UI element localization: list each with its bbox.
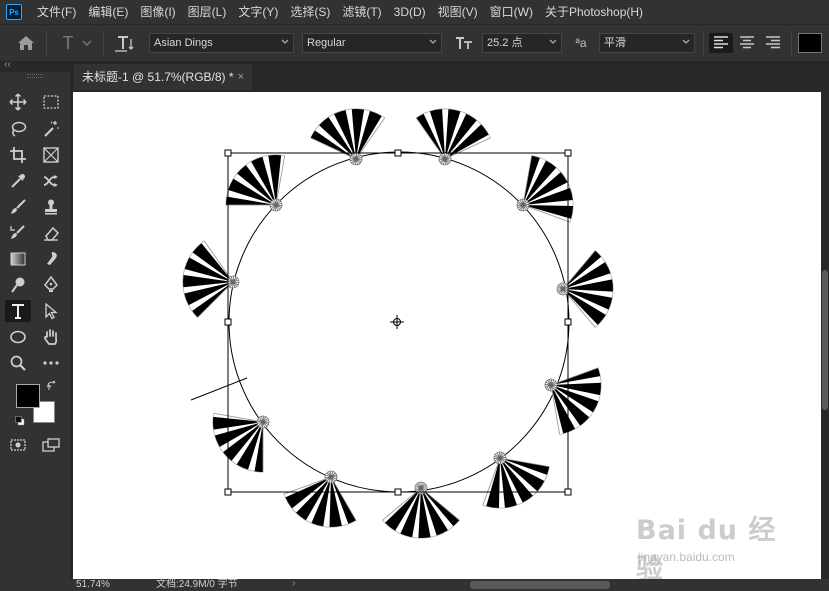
menu-type[interactable]: 文字(Y) (232, 0, 284, 24)
anti-alias-icon: ªa (575, 36, 587, 50)
crop-tool[interactable] (5, 144, 31, 166)
eyedropper-tool[interactable] (5, 170, 31, 192)
font-size-value: 25.2 点 (487, 37, 523, 49)
text-color-swatch[interactable] (798, 33, 822, 53)
ellipse-tool[interactable] (5, 326, 31, 348)
horizontal-scroll-thumb[interactable] (470, 581, 610, 589)
document-tab[interactable]: 未标题-1 @ 51.7%(RGB/8) * × (74, 64, 252, 90)
canvas-area[interactable]: Bai du 经验 jingyan.baidu.com (70, 90, 829, 579)
text-orientation-icon[interactable] (112, 33, 136, 53)
transform-center-point[interactable] (390, 315, 404, 329)
separator (703, 31, 704, 55)
marquee-tool[interactable] (38, 91, 64, 113)
photoshop-logo: Ps (6, 4, 22, 20)
horizontal-scrollbar[interactable] (310, 581, 815, 589)
zoom-tool[interactable] (5, 352, 31, 374)
path-select-tool[interactable] (38, 300, 64, 322)
hand-tool[interactable] (38, 326, 64, 348)
menu-select[interactable]: 选择(S) (284, 0, 336, 24)
swap-colors-icon[interactable] (46, 380, 58, 393)
menu-edit[interactable]: 编辑(E) (82, 0, 134, 24)
options-bar: T Asian Dings Regular 25.2 点 ªa 平滑 (0, 24, 829, 62)
document-size: 文档:24.9M/0 字节 (156, 579, 238, 590)
frame-tool[interactable] (38, 144, 64, 166)
font-family-value: Asian Dings (154, 37, 213, 49)
pen-tool[interactable] (38, 274, 64, 296)
text-tool-preset-icon[interactable]: T (58, 33, 78, 53)
document-tab-title: 未标题-1 @ 51.7%(RGB/8) * (82, 70, 234, 84)
font-size-select[interactable]: 25.2 点 (482, 33, 562, 53)
quick-mask-icon[interactable] (5, 434, 31, 456)
document-tab-bar: 未标题-1 @ 51.7%(RGB/8) * × (70, 62, 829, 90)
chevron-down-icon (429, 39, 437, 44)
chevron-down-icon (549, 39, 557, 44)
menu-view[interactable]: 视图(V) (432, 0, 484, 24)
menu-file[interactable]: 文件(F) (31, 0, 82, 24)
dodge-tool[interactable] (5, 274, 31, 296)
default-colors-icon[interactable] (15, 415, 25, 426)
chevron-down-icon (281, 39, 289, 44)
more-tools-icon[interactable] (38, 352, 64, 374)
document-canvas[interactable]: Bai du 经验 jingyan.baidu.com (73, 92, 821, 579)
stamp-tool[interactable] (38, 196, 64, 218)
vertical-scroll-thumb[interactable] (822, 270, 828, 410)
font-size-icon (452, 33, 476, 53)
brush-tool[interactable] (5, 196, 31, 218)
status-bar: 51.74% 文档:24.9M/0 字节 › (70, 578, 829, 591)
menu-3d[interactable]: 3D(D) (388, 0, 432, 24)
font-style-select[interactable]: Regular (302, 33, 442, 53)
chevron-down-icon (682, 39, 690, 44)
separator (103, 31, 104, 55)
menu-filter[interactable]: 滤镜(T) (336, 0, 387, 24)
smudge-tool[interactable] (38, 248, 64, 270)
type-cursor-stroke (190, 377, 248, 401)
close-icon[interactable]: × (238, 64, 244, 90)
screen-mode-icon[interactable] (38, 434, 64, 456)
separator (46, 31, 47, 55)
collapse-icon[interactable]: ‹‹ (4, 59, 11, 70)
gradient-tool[interactable] (5, 248, 31, 270)
tools-panel (0, 72, 70, 591)
anti-alias-select[interactable]: 平滑 (599, 33, 695, 53)
font-family-select[interactable]: Asian Dings (149, 33, 294, 53)
menu-window[interactable]: 窗口(W) (484, 0, 539, 24)
font-style-value: Regular (307, 37, 346, 49)
magic-wand-tool[interactable] (38, 118, 64, 140)
status-menu-arrow[interactable]: › (292, 578, 295, 590)
foreground-color-swatch[interactable] (16, 384, 40, 408)
menu-about[interactable]: 关于Photoshop(H) (539, 0, 649, 24)
zoom-level[interactable]: 51.74% (76, 579, 110, 591)
chevron-down-icon[interactable] (80, 33, 94, 53)
history-brush-tool[interactable] (5, 222, 31, 244)
vertical-scrollbar[interactable] (821, 90, 829, 579)
menu-image[interactable]: 图像(I) (134, 0, 181, 24)
eraser-tool[interactable] (38, 222, 64, 244)
menu-bar: Ps 文件(F) 编辑(E) 图像(I) 图层(L) 文字(Y) 选择(S) 滤… (0, 0, 829, 24)
home-icon[interactable] (14, 33, 38, 53)
align-center-icon[interactable] (735, 33, 759, 53)
panel-grip (27, 74, 43, 78)
align-right-icon[interactable] (761, 33, 785, 53)
menu-layer[interactable]: 图层(L) (182, 0, 233, 24)
patch-tool[interactable] (38, 170, 64, 192)
separator (791, 31, 792, 55)
type-tool[interactable] (5, 300, 31, 322)
lasso-tool[interactable] (5, 118, 31, 140)
move-tool[interactable] (5, 91, 31, 113)
anti-alias-value: 平滑 (604, 37, 626, 49)
artwork[interactable] (73, 92, 821, 579)
align-left-icon[interactable] (709, 33, 733, 53)
